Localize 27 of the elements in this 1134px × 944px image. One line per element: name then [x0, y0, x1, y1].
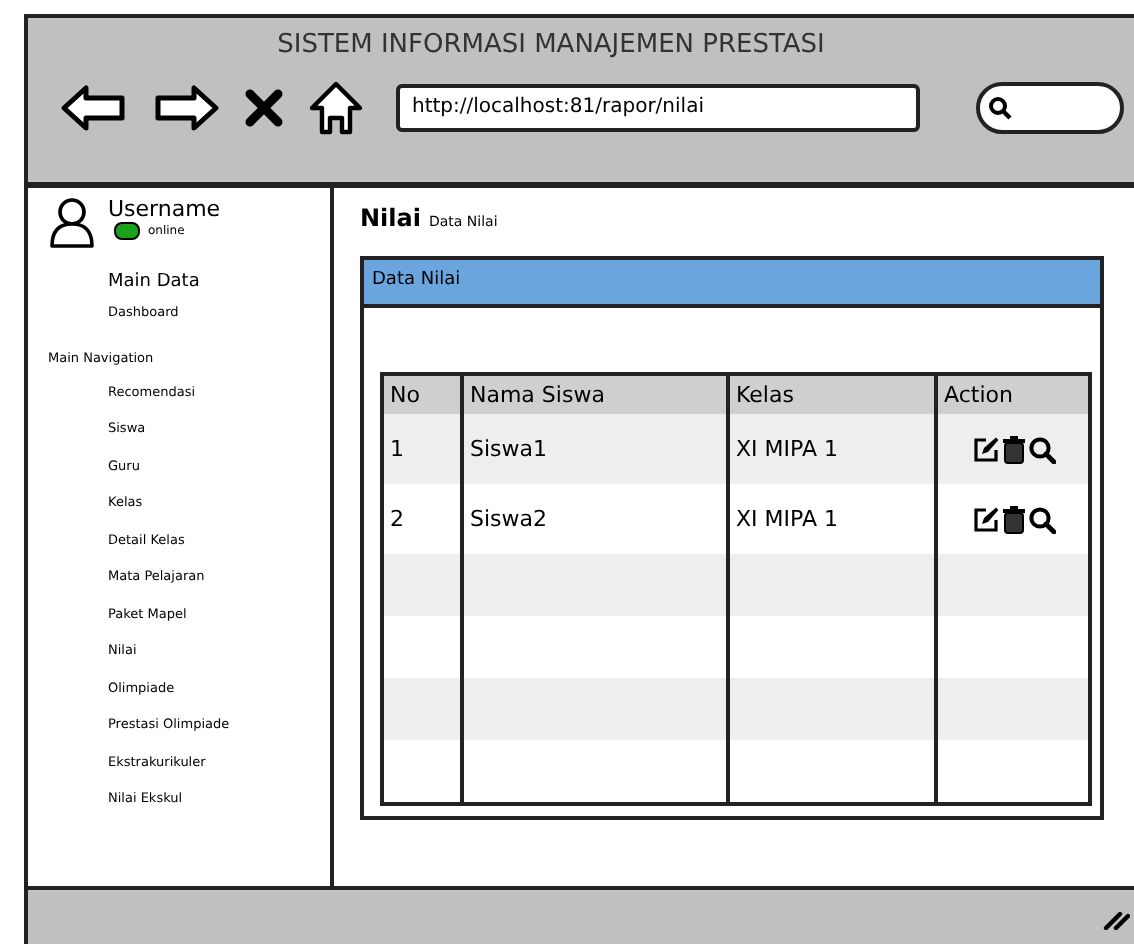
search-icon[interactable]	[1027, 435, 1055, 463]
username: Username	[108, 196, 221, 222]
resize-grip-icon[interactable]	[1102, 906, 1130, 930]
column-header: Action	[936, 374, 1090, 414]
column-header: No	[382, 374, 462, 414]
table-cell: Siswa1	[462, 414, 728, 484]
table-cell: XI MIPA 1	[728, 414, 936, 484]
column-header: Nama Siswa	[462, 374, 728, 414]
page-title: Nilai	[360, 204, 421, 232]
url-field[interactable]: http://localhost:81/rapor/nilai	[396, 84, 920, 132]
search-field[interactable]	[976, 82, 1124, 134]
trash-icon[interactable]	[1001, 505, 1025, 533]
edit-icon[interactable]	[971, 505, 999, 533]
column-header: Kelas	[728, 374, 936, 414]
forward-icon[interactable]	[152, 84, 220, 132]
close-icon[interactable]	[244, 88, 284, 128]
sidebar-section: Main Data	[108, 272, 200, 292]
search-icon[interactable]	[1027, 505, 1055, 533]
table-cell: 1	[382, 414, 462, 484]
edit-icon[interactable]	[971, 435, 999, 463]
home-icon[interactable]	[308, 80, 364, 136]
window-title: SISTEM INFORMASI MANAJEMEN PRESTASI	[277, 30, 825, 60]
trash-icon[interactable]	[1001, 435, 1025, 463]
back-icon[interactable]	[60, 84, 128, 132]
user-icon	[48, 196, 96, 248]
panel-header: Data Nilai	[364, 260, 1100, 308]
search-icon	[988, 96, 1012, 120]
